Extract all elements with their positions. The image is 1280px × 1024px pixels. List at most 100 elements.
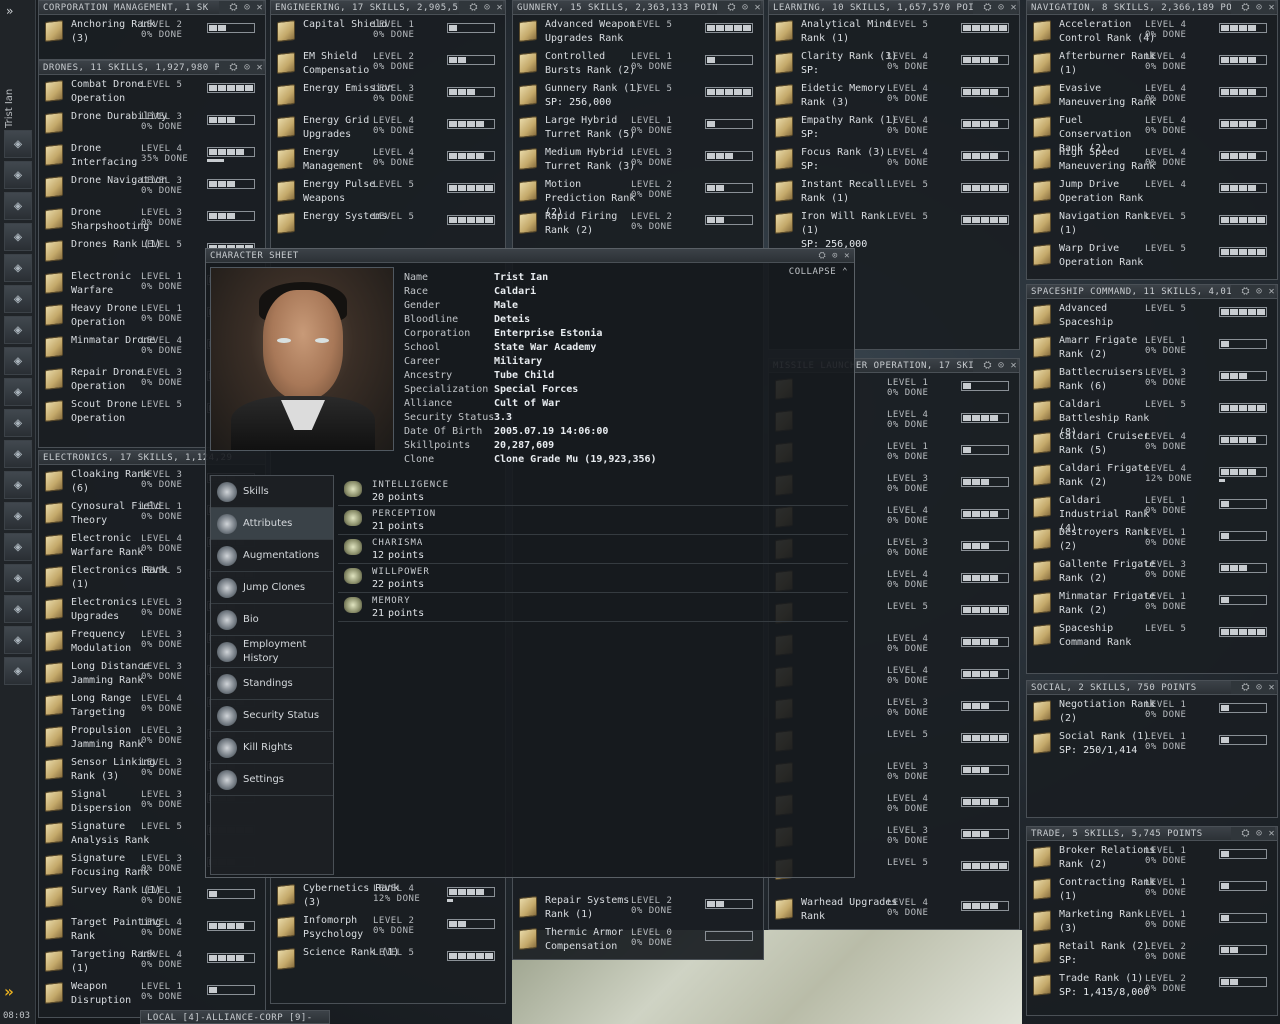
skill-row[interactable]: Eidetic Memory Rank (3) LEVEL 4 0% DONE: [769, 79, 1019, 111]
skill-row[interactable]: High Speed Maneuvering Rank LEVEL 4 0% DON…: [1027, 143, 1277, 175]
character-portrait[interactable]: [210, 267, 394, 451]
attribute-row[interactable]: INTELLIGENCE 20 points: [338, 477, 848, 506]
skill-row[interactable]: Energy Emission LEVEL 3 0% DONE: [271, 79, 505, 111]
skill-row[interactable]: Caldari Industrial Rank (4) LEVEL 1 0% DON…: [1027, 491, 1277, 534]
close-icon[interactable]: ✕: [1010, 2, 1017, 13]
chevrons-icon[interactable]: »: [4, 982, 14, 1001]
window-social[interactable]: SOCIAL, 2 SKILLS, 750 POINTS ⛭ ⊙ ✕ Negotiat…: [1026, 680, 1278, 818]
minimize-icon[interactable]: ⊙: [1256, 682, 1263, 693]
skill-row[interactable]: Spaceship Command Rank LEVEL 5: [1027, 619, 1277, 651]
journal-icon[interactable]: ◈: [4, 564, 32, 592]
skill-row[interactable]: Target Painting Rank LEVEL 4 0% DONE: [39, 913, 265, 945]
attribute-row[interactable]: WILLPOWER 22 points: [338, 564, 848, 593]
attribute-row[interactable]: PERCEPTION 21 points: [338, 506, 848, 535]
pin-icon[interactable]: ⛭: [1241, 682, 1250, 693]
map-icon[interactable]: ◈: [4, 285, 32, 313]
window-header[interactable]: GUNNERY, 15 SKILLS, 2,363,133 POINT ⛭ ⊙ ✕: [513, 1, 763, 15]
pin-icon[interactable]: ⛭: [469, 2, 478, 13]
nav-employment[interactable]: Employment History: [211, 636, 333, 668]
industry-icon[interactable]: ◈: [4, 316, 32, 344]
close-icon[interactable]: ✕: [496, 2, 503, 13]
minimize-icon[interactable]: ⊙: [1256, 2, 1263, 13]
skill-row[interactable]: Cybernetics Rank (3) LEVEL 4 12% DONE: [271, 879, 505, 911]
skill-row[interactable]: Broker Relations Rank (2) LEVEL 1 0% DONE: [1027, 841, 1277, 873]
skill-row[interactable]: Advanced Weapon Upgrades Rank LEVEL 5: [513, 15, 763, 47]
window-header[interactable]: TRADE, 5 SKILLS, 5,745 POINTS ⛭ ⊙ ✕: [1027, 827, 1277, 841]
window-controls[interactable]: ⛭ ⊙ ✕: [459, 1, 503, 14]
character-sheet-window[interactable]: CHARACTER SHEET ⛭ ⊙ ✕ COLLAPSE ⌃ Name Trist…: [205, 248, 855, 878]
skill-row[interactable]: Evasive Maneuvering Rank LEVEL 4 0% DONE: [1027, 79, 1277, 111]
minimize-icon[interactable]: ⊙: [998, 360, 1005, 371]
skill-row[interactable]: Marketing Rank (3) LEVEL 1 0% DONE: [1027, 905, 1277, 937]
skill-row[interactable]: Minmatar Frigate Rank (2) LEVEL 1 0% DONE: [1027, 587, 1277, 619]
skill-row[interactable]: Contracting Rank (1) LEVEL 1 0% DONE: [1027, 873, 1277, 905]
fitting-icon[interactable]: ◈: [4, 533, 32, 561]
window-header[interactable]: ENGINEERING, 17 SKILLS, 2,905,547 ⛭ ⊙ ✕: [271, 1, 505, 15]
close-icon[interactable]: ✕: [256, 62, 263, 73]
skill-row[interactable]: Medium Hybrid Turret Rank (3) LEVEL 3 0% D…: [513, 143, 763, 175]
window-controls[interactable]: ⛭ ⊙ ✕: [717, 1, 761, 14]
close-icon[interactable]: ✕: [1010, 360, 1017, 371]
info-icon[interactable]: ◈: [4, 595, 32, 623]
skill-row[interactable]: Drone Sharpshooting LEVEL 3 0% DONE: [39, 203, 265, 235]
window-header[interactable]: LEARNING, 10 SKILLS, 1,657,570 POINT ⛭ ⊙ ✕: [769, 1, 1019, 15]
nav-security[interactable]: Security Status: [211, 700, 333, 732]
minimize-icon[interactable]: ⊙: [244, 62, 251, 73]
skill-row[interactable]: Targeting Rank (1) LEVEL 4 0% DONE: [39, 945, 265, 977]
skill-row[interactable]: Drone Durability LEVEL 3 0% DONE: [39, 107, 265, 139]
skill-row[interactable]: Focus Rank (3) SP: LEVEL 4 0% DONE: [769, 143, 1019, 175]
market-icon[interactable]: ◈: [4, 254, 32, 282]
skill-row[interactable]: Motion Prediction Rank (2) LEVEL 2 0% DONE: [513, 175, 763, 218]
pin-icon[interactable]: ⛭: [229, 2, 238, 13]
skill-row[interactable]: Instant Recall Rank (1) LEVEL 5: [769, 175, 1019, 207]
window-controls[interactable]: ⛭ ⊙ ✕: [812, 249, 850, 263]
skill-row[interactable]: Anchoring Rank (3) LEVEL 2 0% DONE: [39, 15, 265, 47]
close-icon[interactable]: ✕: [844, 251, 850, 261]
minimize-icon[interactable]: ⊙: [484, 2, 491, 13]
expand-neocom-icon[interactable]: »: [6, 4, 13, 18]
skill-row[interactable]: Destroyers Rank (2) LEVEL 1 0% DONE: [1027, 523, 1277, 555]
nav-kill-rights[interactable]: Kill Rights: [211, 732, 333, 764]
pin-icon[interactable]: ⛭: [1241, 828, 1250, 839]
pin-icon[interactable]: ⛭: [983, 2, 992, 13]
help-icon[interactable]: ◈: [4, 502, 32, 530]
nav-attributes[interactable]: Attributes: [211, 508, 333, 540]
skill-row[interactable]: Large Hybrid Turret Rank (5) LEVEL 1 0% DO…: [513, 111, 763, 143]
close-icon[interactable]: ✕: [1268, 286, 1275, 297]
collapse-button[interactable]: COLLAPSE ⌃: [789, 267, 848, 277]
mail-icon[interactable]: ◈: [4, 192, 32, 220]
close-icon[interactable]: ✕: [1268, 682, 1275, 693]
pin-icon[interactable]: ⛭: [983, 360, 992, 371]
corp-icon[interactable]: ◈: [4, 378, 32, 406]
local-chat-tab[interactable]: LOCAL [4]-ALLIANCE-CORP [9]-WAR...: [140, 1010, 330, 1024]
skill-row[interactable]: Warp Drive Operation Rank LEVEL 5: [1027, 239, 1277, 271]
skill-row[interactable]: Iron Will Rank (1) SP: 256,000 LEVEL 5: [769, 207, 1019, 250]
nav-settings[interactable]: Settings: [211, 764, 333, 796]
window-controls[interactable]: ⛭ ⊙ ✕: [973, 1, 1017, 14]
skill-row[interactable]: Thermic Armor Compensation LEVEL 0 0% DONE: [513, 923, 763, 955]
window-controls[interactable]: ⛭ ⊙ ✕: [219, 61, 263, 74]
skill-row[interactable]: Caldari Battleship Rank (8) LEVEL 5: [1027, 395, 1277, 438]
window-controls[interactable]: ⛭ ⊙ ✕: [1231, 285, 1275, 298]
skill-row[interactable]: EM Shield Compensatio LEVEL 2 0% DONE: [271, 47, 505, 79]
pin-icon[interactable]: ⛭: [1241, 286, 1250, 297]
skill-row[interactable]: Trade Rank (1) SP: 1,415/8,000 LEVEL 2 0% D…: [1027, 969, 1277, 1001]
skill-row[interactable]: Advanced Spaceship LEVEL 5: [1027, 299, 1277, 331]
window-corporation-management[interactable]: CORPORATION MANAGEMENT, 1 SK ⛭ ⊙ ✕ Anchorin…: [38, 0, 266, 60]
skill-row[interactable]: Weapon Disruption LEVEL 1 0% DONE: [39, 977, 265, 1009]
skill-row[interactable]: Retail Rank (2) SP: LEVEL 2 0% DONE: [1027, 937, 1277, 969]
close-icon[interactable]: ✕: [1268, 828, 1275, 839]
skill-row[interactable]: Energy Management LEVEL 4 0% DONE: [271, 143, 505, 175]
skill-row[interactable]: Energy Pulse Weapons LEVEL 5: [271, 175, 505, 207]
skill-row[interactable]: Caldari Cruiser Rank (5) LEVEL 4 0% DONE: [1027, 427, 1277, 459]
starmap-icon[interactable]: ◈: [4, 409, 32, 437]
skill-row[interactable]: Gallente Frigate Rank (2) LEVEL 3 0% DONE: [1027, 555, 1277, 587]
window-header[interactable]: SPACESHIP COMMAND, 11 SKILLS, 4,01 ⛭ ⊙ ✕: [1027, 285, 1277, 299]
skill-row[interactable]: Gunnery Rank (1) SP: 256,000 LEVEL 5: [513, 79, 763, 111]
skill-row[interactable]: Social Rank (1) SP: 250/1,414 LEVEL 1 0% DO…: [1027, 727, 1277, 759]
skill-row[interactable]: Battlecruisers Rank (6) LEVEL 3 0% DONE: [1027, 363, 1277, 395]
nav-skills[interactable]: Skills: [211, 476, 333, 508]
close-icon[interactable]: ✕: [1268, 2, 1275, 13]
skill-row[interactable]: Survey Rank (1) LEVEL 1 0% DONE: [39, 881, 265, 913]
minimize-icon[interactable]: ⊙: [832, 251, 838, 261]
